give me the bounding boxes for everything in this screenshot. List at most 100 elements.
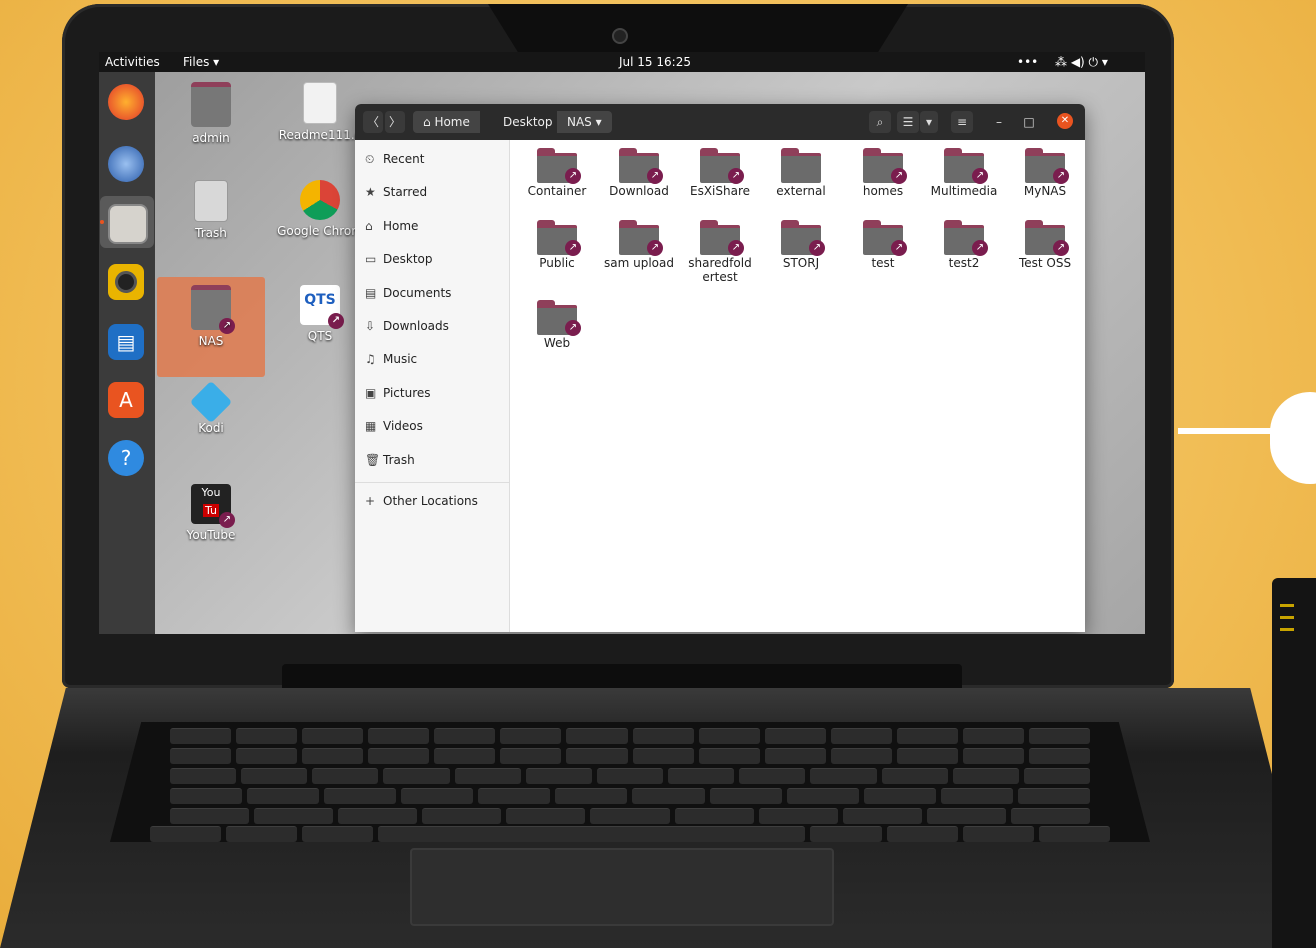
key: [401, 788, 474, 804]
sidebar-item-music[interactable]: ♫ Music: [365, 348, 505, 370]
folder-item[interactable]: ↗ Web: [517, 300, 597, 350]
system-status-icons[interactable]: ⁂ ◀) ⏻ ▾: [1055, 55, 1108, 70]
desktop-icon-kodi[interactable]: Kodi: [166, 380, 256, 435]
breadcrumb-desktop[interactable]: Desktop: [493, 111, 563, 133]
desktop-icon-label: Readme111.c: [278, 128, 362, 142]
minimize-icon[interactable]: –: [989, 111, 1009, 133]
folder-item[interactable]: ↗ Multimedia: [924, 148, 1004, 198]
sidebar-item-starred[interactable]: ★ Starred: [365, 181, 505, 203]
key: [962, 748, 1025, 764]
forward-button[interactable]: 〉: [385, 111, 405, 133]
list-view-icon[interactable]: ☰: [897, 111, 919, 133]
key: [434, 728, 496, 744]
folder-item[interactable]: ↗ MyNAS: [1005, 148, 1085, 198]
symlink-badge-icon: ↗: [809, 240, 825, 256]
help-icon[interactable]: ?: [108, 440, 144, 476]
key: [241, 768, 308, 784]
gnome-top-bar: Activities Files ▾ Jul 15 16:25 ••• ⁂ ◀)…: [99, 52, 1145, 72]
window-header: 〈 〉 ⌂ Home Desktop NAS ▾ ⌕ ☰ ▾ ≡ – □ ✕: [355, 104, 1085, 140]
key: [632, 728, 694, 744]
sidebar-item-desktop[interactable]: ▭ Desktop: [365, 248, 505, 270]
sidebar-item-videos[interactable]: ▦ Videos: [365, 415, 505, 437]
thunderbird-icon[interactable]: [108, 146, 144, 182]
key: [170, 808, 250, 824]
close-icon[interactable]: ✕: [1057, 113, 1073, 129]
folder-item[interactable]: external: [761, 148, 841, 198]
sidebar-item-pictures[interactable]: ▣ Pictures: [365, 382, 505, 404]
key: [236, 748, 298, 764]
folder-icon: ↗: [863, 148, 907, 184]
home-folder-icon: [191, 82, 231, 127]
sidebar-item-downloads[interactable]: ⇩ Downloads: [365, 315, 505, 337]
key: [632, 788, 705, 804]
folder-item[interactable]: ↗ Public: [517, 220, 597, 270]
folder-item[interactable]: ↗ EsXiShare: [680, 148, 760, 198]
desktop-icon-chrome[interactable]: Google Chrom: [275, 180, 365, 238]
key: [590, 808, 670, 824]
spacebar: [378, 826, 806, 842]
maximize-icon[interactable]: □: [1019, 111, 1039, 133]
key: [962, 826, 1034, 842]
music-icon: ♫: [365, 352, 376, 366]
overflow-icon[interactable]: •••: [1017, 55, 1038, 69]
key: [170, 728, 232, 744]
folder-item[interactable]: ↗ sharedfold ertest: [680, 220, 760, 284]
folder-grid: ↗ Container ↗ Download ↗ EsXiShare external…: [515, 148, 1079, 632]
clock[interactable]: Jul 15 16:25: [619, 55, 691, 69]
symlink-badge-icon: ↗: [728, 168, 744, 184]
sidebar-item-recent[interactable]: ⏲ Recent: [365, 148, 505, 170]
folder-item[interactable]: ↗ Download: [599, 148, 679, 198]
desktop-icon-nas[interactable]: ↗ NAS: [166, 285, 256, 348]
symlink-badge-icon: ↗: [565, 320, 581, 336]
symlink-badge-icon: ↗: [565, 240, 581, 256]
desktop-icon-qts[interactable]: QTS ↗ QTS: [275, 285, 365, 343]
desktop-icon-readme[interactable]: Readme111.c: [275, 82, 365, 142]
software-icon[interactable]: A: [108, 382, 144, 418]
key: [940, 788, 1013, 804]
key: [500, 748, 562, 764]
folder-item[interactable]: ↗ Container: [517, 148, 597, 198]
breadcrumb-nas[interactable]: NAS ▾: [557, 111, 612, 133]
sidebar-item-documents[interactable]: ▤ Documents: [365, 282, 505, 304]
key: [863, 788, 936, 804]
folder-item[interactable]: ↗ Test OSS: [1005, 220, 1085, 270]
back-button[interactable]: 〈: [363, 111, 383, 133]
key: [1010, 808, 1091, 824]
hamburger-menu-icon[interactable]: ≡: [951, 111, 973, 133]
folder-item[interactable]: ↗ test: [843, 220, 923, 270]
search-icon[interactable]: ⌕: [869, 111, 891, 133]
star-icon: ★: [365, 185, 376, 199]
activities-button[interactable]: Activities: [105, 55, 160, 69]
breadcrumb-home[interactable]: ⌂ Home: [413, 111, 480, 133]
folder-item[interactable]: ↗ test2: [924, 220, 1004, 270]
files-icon[interactable]: [108, 204, 148, 244]
laptop-hinge: [282, 664, 962, 692]
libreoffice-writer-icon[interactable]: ▤: [108, 324, 144, 360]
key: [324, 788, 397, 804]
rhythmbox-icon[interactable]: [108, 264, 144, 300]
desktop-icon-label: QTS: [307, 329, 333, 343]
symlink-badge-icon: ↗: [972, 240, 988, 256]
key: [566, 748, 628, 764]
files-app-menu[interactable]: Files ▾: [183, 55, 219, 69]
sidebar-item-home[interactable]: ⌂ Home: [365, 215, 505, 237]
folder-icon: ↗: [944, 220, 988, 256]
key: [368, 728, 430, 744]
folder-icon: ↗: [700, 220, 744, 256]
folder-icon: ↗: [781, 220, 825, 256]
folder-item[interactable]: ↗ sam upload: [599, 220, 679, 270]
key: [596, 768, 664, 784]
sidebar-item-trash[interactable]: 🗑 Trash: [365, 449, 505, 471]
key: [810, 768, 877, 784]
folder-item[interactable]: ↗ homes: [843, 148, 923, 198]
desktop-icon-youtube[interactable]: You Tu ↗ YouTube: [166, 484, 256, 542]
key: [1029, 728, 1091, 744]
desktop-icon-admin[interactable]: admin: [166, 82, 256, 145]
laptop-bezel-notch: [488, 4, 908, 58]
folder-item[interactable]: ↗ STORJ: [761, 220, 841, 270]
key: [302, 748, 364, 764]
view-options-chevron-icon[interactable]: ▾: [920, 111, 938, 133]
desktop-icon-trash[interactable]: Trash: [166, 180, 256, 240]
sidebar-item-other-locations[interactable]: + Other Locations: [365, 490, 505, 512]
firefox-icon[interactable]: [108, 84, 144, 120]
